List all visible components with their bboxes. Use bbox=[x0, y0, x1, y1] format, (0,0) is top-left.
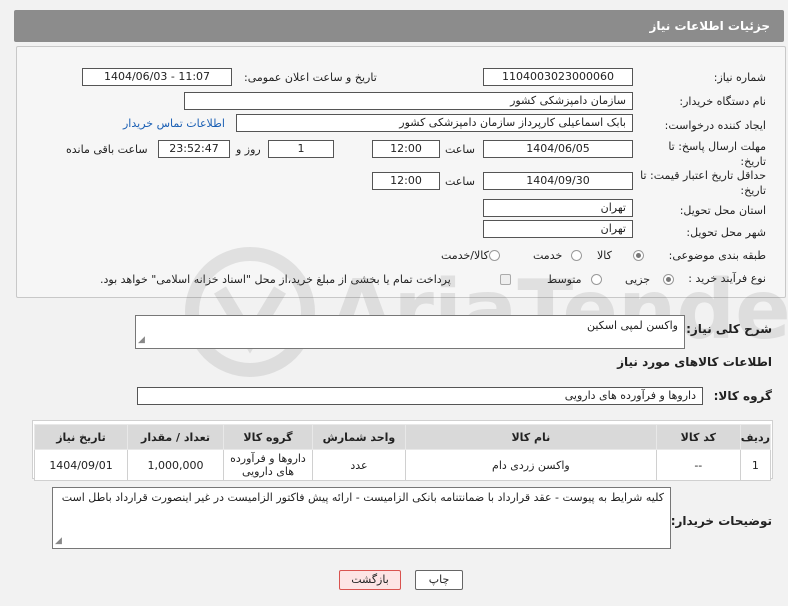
col-date: تاریخ نیاز bbox=[33, 424, 129, 450]
description-label: شرح کلی نیاز: bbox=[686, 322, 772, 336]
reply-time-label: ساعت bbox=[445, 143, 475, 156]
category-service-radio[interactable] bbox=[571, 250, 582, 261]
goods-group-label: گروه کالا: bbox=[713, 389, 772, 403]
purchase-minor-label: جزیی bbox=[625, 273, 651, 286]
treasury-payment-note: پرداخت تمام یا بخشی از مبلغ خرید،از محل … bbox=[100, 273, 451, 286]
goods-table-header: ردیف کد کالا نام کالا واحد شمارش گروه کا… bbox=[33, 424, 772, 450]
buyer-org-field: سازمان دامپزشکی کشور bbox=[184, 92, 633, 110]
province-label: استان محل تحویل: bbox=[679, 204, 766, 217]
category-service-label: خدمت bbox=[533, 249, 563, 262]
resize-grip-icon: ◢ bbox=[138, 335, 145, 345]
treasury-payment-checkbox[interactable] bbox=[500, 274, 511, 285]
category-both-label: کالا/خدمت bbox=[441, 249, 489, 262]
province-field: تهران bbox=[483, 199, 633, 217]
page-header: جزئیات اطلاعات نیاز bbox=[14, 10, 784, 42]
buyer-notes-label: توضیحات خریدار: bbox=[670, 514, 772, 528]
city-field: تهران bbox=[483, 220, 633, 238]
remaining-time: 23:52:47 bbox=[158, 140, 230, 158]
requester-field: بابک اسماعیلی کارپرداز سازمان دامپزشکی ک… bbox=[236, 114, 633, 132]
col-name: نام کالا bbox=[404, 424, 657, 450]
goods-section-title: اطلاعات کالاهای مورد نیاز bbox=[617, 355, 772, 369]
cell-group: داروها و فرآورده های دارویی bbox=[223, 449, 313, 481]
reply-deadline-time: 12:00 bbox=[372, 140, 440, 158]
buyer-org-label: نام دستگاه خریدار: bbox=[679, 95, 766, 108]
need-number-label: شماره نیاز: bbox=[713, 71, 766, 84]
col-qty: تعداد / مقدار bbox=[127, 424, 224, 450]
city-label: شهر محل تحویل: bbox=[686, 226, 766, 239]
validity-time-label: ساعت bbox=[445, 175, 475, 188]
announce-datetime-field: 1404/06/03 - 11:07 bbox=[82, 68, 232, 86]
category-goods-label: کالا bbox=[597, 249, 612, 262]
back-button[interactable]: بازگشت bbox=[339, 570, 401, 590]
need-number-field: 1104003023000060 bbox=[483, 68, 633, 86]
col-row: ردیف bbox=[739, 424, 772, 450]
cell-name: واکسن زردی دام bbox=[404, 449, 657, 481]
cell-row: 1 bbox=[739, 449, 772, 481]
purchase-medium-label: متوسط bbox=[547, 273, 582, 286]
goods-table: ردیف کد کالا نام کالا واحد شمارش گروه کا… bbox=[33, 424, 772, 481]
purchase-type-label: نوع فرآیند خرید : bbox=[688, 272, 766, 285]
cell-unit: عدد bbox=[311, 449, 406, 481]
description-field: واکسن لمپی اسکین bbox=[135, 315, 685, 349]
price-validity-date: 1404/09/30 bbox=[483, 172, 633, 190]
cell-date: 1404/09/01 bbox=[33, 449, 129, 481]
goods-group-field: داروها و فرآورده های دارویی bbox=[137, 387, 703, 405]
category-goods-radio[interactable] bbox=[633, 250, 644, 261]
cell-code: -- bbox=[655, 449, 741, 481]
requester-label: ایجاد کننده درخواست: bbox=[664, 119, 766, 132]
category-label: طبقه بندی موضوعی: bbox=[668, 249, 766, 262]
reply-deadline-date: 1404/06/05 bbox=[483, 140, 633, 158]
remaining-days: 1 bbox=[268, 140, 334, 158]
col-group: گروه کالا bbox=[223, 424, 313, 450]
goods-table-frame: ردیف کد کالا نام کالا واحد شمارش گروه کا… bbox=[32, 420, 773, 481]
reply-deadline-label: مهلت ارسال پاسخ: تا تاریخ: bbox=[668, 140, 766, 168]
cell-qty: 1,000,000 bbox=[127, 449, 224, 481]
table-row: 1 -- واکسن زردی دام عدد داروها و فرآورده… bbox=[33, 449, 772, 481]
price-validity-label: حداقل تاریخ اعتبار قیمت: تا تاریخ: bbox=[640, 169, 766, 197]
page-title: جزئیات اطلاعات نیاز bbox=[649, 19, 770, 33]
announce-datetime-label: تاریخ و ساعت اعلان عمومی: bbox=[244, 71, 377, 84]
col-code: کد کالا bbox=[655, 424, 741, 450]
notes-resize-grip-icon: ◢ bbox=[55, 536, 62, 546]
purchase-medium-radio[interactable] bbox=[591, 274, 602, 285]
print-button[interactable]: چاپ bbox=[415, 570, 463, 590]
buyer-contact-link[interactable]: اطلاعات تماس خریدار bbox=[123, 117, 225, 130]
col-unit: واحد شمارش bbox=[311, 424, 406, 450]
remaining-label: ساعت باقی مانده bbox=[66, 143, 148, 156]
price-validity-time: 12:00 bbox=[372, 172, 440, 190]
purchase-minor-radio[interactable] bbox=[663, 274, 674, 285]
category-both-radio[interactable] bbox=[489, 250, 500, 261]
days-label: روز و bbox=[236, 143, 261, 156]
buyer-notes-field: کلیه شرایط به پیوست - عقد قرارداد با ضما… bbox=[52, 487, 671, 549]
